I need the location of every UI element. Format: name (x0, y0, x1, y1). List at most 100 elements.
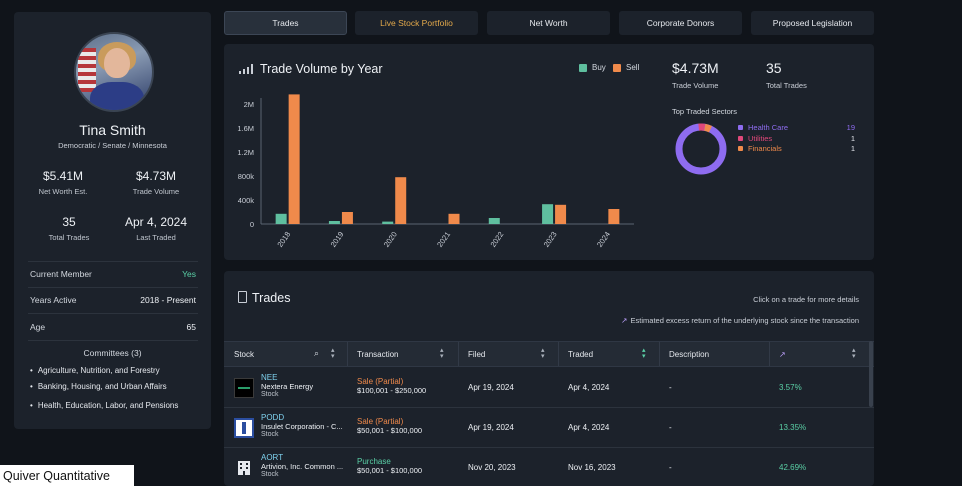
asset-type: Stock (261, 391, 279, 398)
x-tick-label: 2018 (275, 230, 292, 249)
trades-hint: Click on a trade for more details (753, 295, 859, 304)
document-icon (238, 291, 247, 303)
excess-return: 42.69% (779, 463, 807, 472)
transaction-type: Sale (Partial) (357, 417, 404, 426)
trend-up-icon: ↗ (621, 316, 628, 325)
sort-icon[interactable]: ▴ ▾ (852, 347, 856, 360)
trades-table-header: Stock ⌕ ▴ ▾ Transaction ▴ ▾ Filed ▴ ▾ Trade… (224, 341, 874, 367)
table-row[interactable]: AORT Artivion, Inc. Common ... Stock Pur… (224, 448, 874, 486)
trade-volume-stat: $4.73M Trade Volume (132, 169, 180, 196)
search-icon[interactable]: ⌕ (314, 348, 319, 359)
table-row[interactable]: PODD Insulet Corporation - C... Stock Sa… (224, 408, 874, 448)
age-row: Age 65 (30, 322, 196, 332)
bar-sell-2020 (395, 177, 407, 224)
x-tick-label: 2023 (542, 230, 559, 249)
description: - (669, 463, 672, 472)
table-scrollbar[interactable] (869, 341, 873, 407)
col-excess-return[interactable]: ↗ (779, 342, 786, 366)
col-traded[interactable]: Traded (568, 342, 593, 366)
bar-sell-2019 (341, 212, 353, 224)
asset-type: Stock (261, 431, 279, 438)
sort-icon[interactable]: ▴ ▾ (440, 347, 444, 360)
tab-net-worth[interactable]: Net Worth (487, 11, 610, 35)
bar-sell-2024 (608, 209, 620, 224)
y-tick-label: 400k (238, 196, 255, 205)
summary-trade-volume: $4.73M (672, 60, 719, 76)
ticker[interactable]: AORT (261, 453, 343, 462)
current-member-row: Current Member Yes (30, 269, 196, 279)
committees-title: Committees (3) (83, 348, 142, 358)
company-name: Insulet Corporation - C... (261, 422, 343, 431)
sectors-title: Top Traded Sectors (672, 107, 738, 116)
watermark: Quiver Quantitative (0, 465, 134, 486)
traded-date: Apr 4, 2024 (568, 383, 610, 392)
trade-volume-panel: Trade Volume by Year Buy Sell 0 400k 800k 1… (224, 44, 874, 260)
building-icon (234, 458, 254, 478)
net-worth-stat: $5.41M Net Worth Est. (38, 169, 88, 196)
x-tick-label: 2024 (595, 230, 612, 249)
transaction-type: Purchase (357, 457, 391, 466)
traded-date: Nov 16, 2023 (568, 463, 616, 472)
legend-buy: Buy (579, 63, 606, 72)
company-logo (234, 378, 254, 398)
transaction-amount: $50,001 - $100,000 (357, 466, 423, 475)
profile-panel: Tina Smith Democratic / Senate / Minneso… (14, 12, 211, 429)
col-stock[interactable]: Stock (234, 342, 254, 366)
bar-buy-2023 (542, 204, 554, 224)
filed-date: Nov 20, 2023 (468, 463, 516, 472)
trade-volume-chart: 0 400k 800k 1.2M 1.6M 2M 2018 2019 2020 2021 2022 2… (237, 94, 634, 249)
sort-icon[interactable]: ▴ ▾ (541, 347, 545, 360)
ticker[interactable]: NEE (261, 373, 313, 382)
bar-sell-2021 (448, 213, 460, 224)
x-tick-label: 2021 (435, 230, 452, 249)
trades-title: Trades (252, 291, 291, 305)
col-description[interactable]: Description (669, 342, 709, 366)
y-tick-label: 800k (238, 172, 255, 181)
x-tick-label: 2020 (382, 230, 399, 249)
bar-sell-2018 (288, 94, 300, 225)
legend-sell: Sell (613, 63, 639, 72)
transaction-amount: $50,001 - $100,000 (357, 426, 423, 435)
company-logo (234, 418, 254, 438)
tab-trades[interactable]: Trades (224, 11, 347, 35)
summary-total-trades-label: Total Trades (766, 81, 807, 90)
excess-return: 13.35% (779, 423, 807, 432)
bar-buy-2020 (382, 221, 394, 224)
committee-item: Agriculture, Nutrition, and Forestry (30, 366, 160, 375)
tab-corporate-donors[interactable]: Corporate Donors (619, 11, 742, 35)
bar-chart-icon (239, 64, 253, 74)
tab-live-stock-portfolio[interactable]: Live Stock Portfolio (355, 11, 478, 35)
description: - (669, 383, 672, 392)
sector-health-care: Health Care 19 (738, 123, 855, 132)
years-active-row: Years Active 2018 - Present (30, 295, 196, 305)
bar-sell-2023 (555, 204, 567, 224)
company-name: Artivion, Inc. Common ... (261, 462, 344, 471)
sort-icon[interactable]: ▴ ▾ (331, 347, 335, 360)
trades-panel: Trades Click on a trade for more details… (224, 271, 874, 486)
bar-buy-2022 (488, 218, 500, 224)
asset-type: Stock (261, 471, 279, 478)
ticker[interactable]: PODD (261, 413, 343, 422)
description: - (669, 423, 672, 432)
trend-up-icon: ↗ (779, 349, 786, 359)
sort-icon[interactable]: ▴ ▾ (642, 347, 646, 360)
bar-buy-2018 (275, 213, 287, 224)
y-tick-label: 2M (244, 100, 254, 109)
transaction-amount: $100,001 - $250,000 (357, 386, 427, 395)
committee-item: Banking, Housing, and Urban Affairs (30, 382, 167, 391)
filed-date: Apr 19, 2024 (468, 383, 514, 392)
x-tick-label: 2022 (488, 230, 505, 249)
sectors-donut-chart (675, 123, 727, 175)
x-tick-label: 2019 (329, 230, 346, 249)
tab-proposed-legislation[interactable]: Proposed Legislation (751, 11, 874, 35)
excess-return-hint: ↗ Estimated excess return of the underlyi… (621, 316, 859, 325)
traded-date: Apr 4, 2024 (568, 423, 610, 432)
total-trades-stat: 35 Total Trades (48, 215, 90, 242)
table-row[interactable]: NEE Nextera Energy Stock Sale (Partial) … (224, 368, 874, 408)
sector-utilities: Utilities 1 (738, 134, 855, 143)
col-filed[interactable]: Filed (468, 342, 485, 366)
y-tick-label: 1.2M (237, 148, 254, 157)
committee-item: Health, Education, Labor, and Pensions (30, 401, 179, 410)
col-transaction[interactable]: Transaction (357, 342, 399, 366)
last-traded-stat: Apr 4, 2024 Last Traded (124, 215, 188, 242)
